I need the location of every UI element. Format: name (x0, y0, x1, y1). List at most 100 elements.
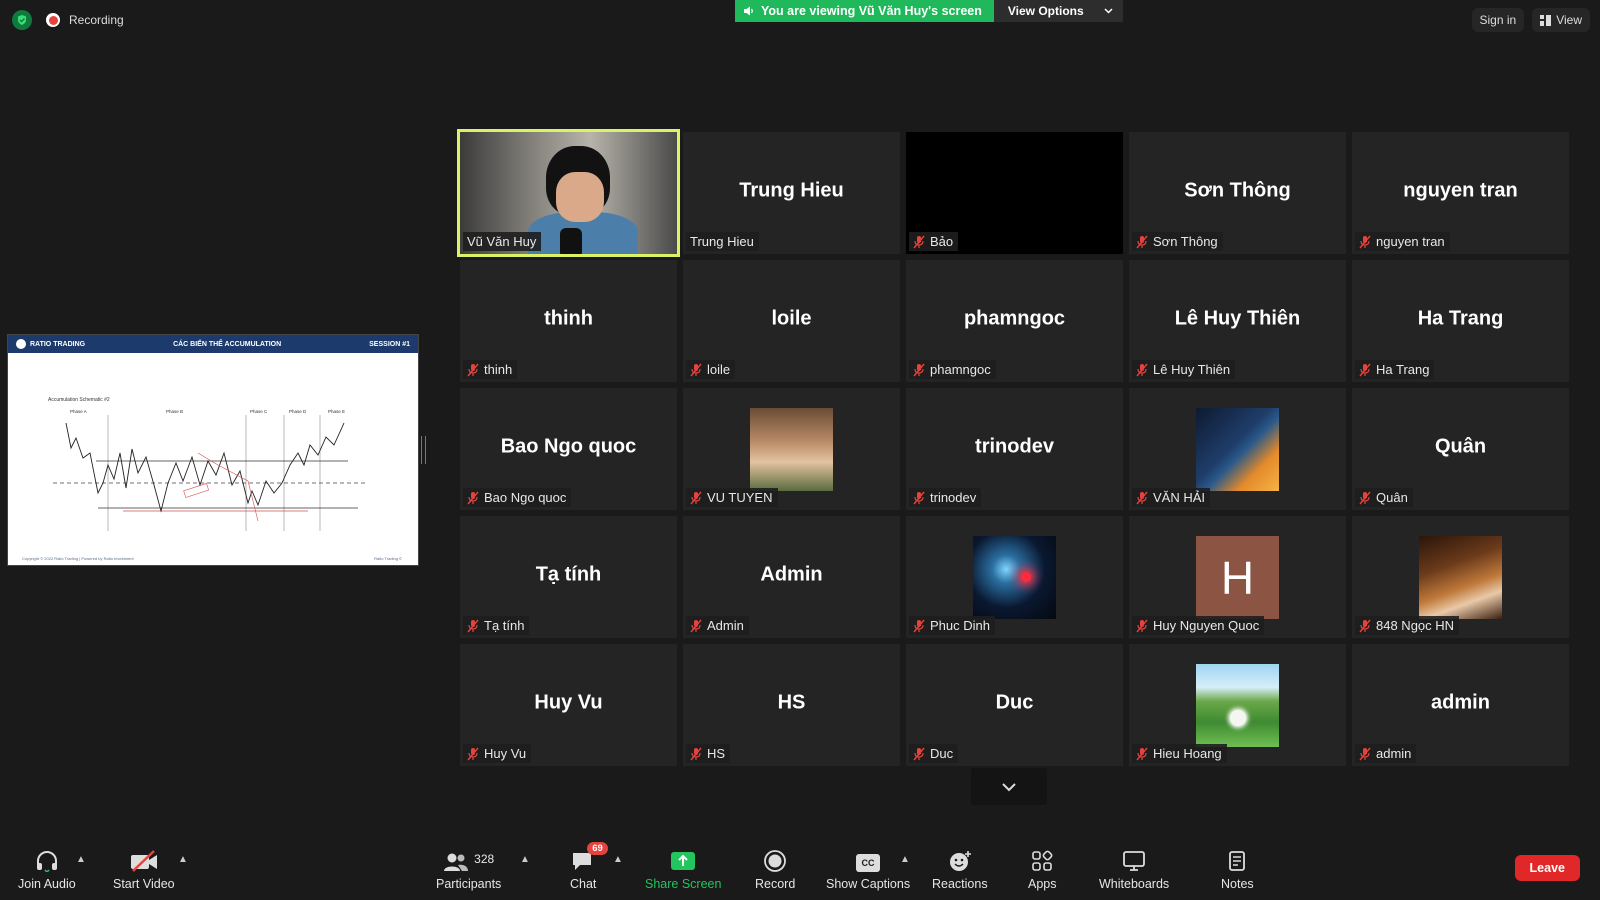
participant-tile[interactable]: Lê Huy Thiên Lê Huy Thiên (1129, 260, 1346, 382)
participant-tile[interactable]: trinodev trinodev (906, 388, 1123, 510)
participant-name: admin (1376, 746, 1412, 761)
share-screen-button[interactable]: Share Screen (645, 846, 721, 891)
mic-muted-icon (467, 619, 479, 633)
participant-name: Lê Huy Thiên (1153, 362, 1231, 377)
slide-body: Accumulation Schematic #2 Phase A Phase … (8, 353, 418, 565)
participant-name-label: Hieu Hoang (1132, 744, 1227, 763)
participant-tile[interactable]: H Huy Nguyen Quoc (1129, 516, 1346, 638)
participants-label: Participants (436, 877, 502, 891)
participant-display-name: HS (777, 691, 806, 714)
start-video-button[interactable]: Start Video (113, 846, 175, 891)
participant-tile[interactable]: Vũ Văn Huy (457, 129, 680, 257)
sign-in-button[interactable]: Sign in (1471, 8, 1525, 32)
show-captions-button[interactable]: CC Show Captions (826, 846, 910, 891)
split-view-handle[interactable] (421, 436, 426, 464)
record-button[interactable]: Record (755, 846, 795, 891)
mic-muted-icon (467, 491, 479, 505)
leave-button[interactable]: Leave (1514, 855, 1580, 881)
headphones-icon (36, 851, 57, 872)
mic-muted-icon (1359, 747, 1371, 761)
video-off-icon (130, 850, 157, 872)
slide-title: CÁC BIẾN THỂ ACCUMULATION (173, 340, 282, 348)
participant-name: 848 Ngọc HN (1376, 618, 1455, 633)
slide-session: SESSION #1 (369, 340, 410, 348)
notes-button[interactable]: Notes (1221, 846, 1254, 891)
participant-tile[interactable]: Phuc Dinh (906, 516, 1123, 638)
participant-display-name: Lê Huy Thiên (1174, 307, 1301, 330)
sign-in-label: Sign in (1479, 13, 1517, 27)
audio-options-caret[interactable]: ▲ (76, 854, 86, 865)
mic-muted-icon (913, 491, 925, 505)
participant-name-label: Tạ tính (463, 616, 530, 635)
participants-options-caret[interactable]: ▲ (520, 854, 530, 865)
participant-tile[interactable]: thinh thinh (460, 260, 677, 382)
participant-tile[interactable]: VĂN HẢI (1129, 388, 1346, 510)
participant-display-name: loile (771, 307, 812, 330)
participant-tile[interactable]: HS HS (683, 644, 900, 766)
chevron-down-icon (1002, 782, 1016, 791)
slide-brand-label: RATIO TRADING (30, 340, 86, 348)
captions-options-caret[interactable]: ▲ (900, 854, 910, 865)
next-page-button[interactable] (971, 768, 1047, 805)
participant-tile[interactable]: Admin Admin (683, 516, 900, 638)
participant-avatar (973, 536, 1056, 619)
shared-screen-view[interactable]: RATIO TRADING CÁC BIẾN THỂ ACCUMULATION … (7, 334, 419, 566)
mic-muted-icon (1136, 747, 1148, 761)
participant-tile[interactable]: Bảo (906, 132, 1123, 254)
participant-tile[interactable]: Bao Ngo quoc Bao Ngo quoc (460, 388, 677, 510)
reactions-button[interactable]: Reactions (932, 846, 988, 891)
participant-name: Tạ tính (484, 618, 525, 633)
mic-muted-icon (1136, 363, 1148, 377)
join-audio-label: Join Audio (18, 877, 76, 891)
participant-tile[interactable]: Duc Duc (906, 644, 1123, 766)
participant-name-label: admin (1355, 744, 1417, 763)
participant-name-label: Vũ Văn Huy (463, 232, 542, 251)
participant-tile[interactable]: Trung Hieu Trung Hieu (683, 132, 900, 254)
participant-tile[interactable]: VU TUYEN (683, 388, 900, 510)
participant-tile[interactable]: Ha Trang Ha Trang (1352, 260, 1569, 382)
participant-tile[interactable]: Tạ tính Tạ tính (460, 516, 677, 638)
participant-tile[interactable]: Huy Vu Huy Vu (460, 644, 677, 766)
view-button[interactable]: View (1532, 8, 1590, 32)
participant-tile[interactable]: Sơn Thông Sơn Thông (1129, 132, 1346, 254)
wyckoff-schematic-diagram (53, 415, 368, 531)
participant-display-name: Quân (1434, 435, 1487, 458)
participant-tile[interactable]: admin admin (1352, 644, 1569, 766)
gallery-grid: Vũ Văn Huy Trung Hieu Trung Hieu Bảo Sơn Thô… (457, 129, 1569, 766)
participant-name: Ha Trang (1376, 362, 1430, 377)
participant-tile[interactable]: Hieu Hoang (1129, 644, 1346, 766)
participant-tile[interactable]: Quân Quân (1352, 388, 1569, 510)
participant-tile[interactable]: loile loile (683, 260, 900, 382)
participant-name-label: Bảo (909, 232, 959, 251)
participants-count: 328 (474, 852, 495, 866)
whiteboards-button[interactable]: Whiteboards (1099, 846, 1169, 891)
participant-name: VU TUYEN (707, 490, 773, 505)
participant-tile[interactable]: phamngoc phamngoc (906, 260, 1123, 382)
mic-muted-icon (467, 747, 479, 761)
participant-name-label: VU TUYEN (686, 488, 778, 507)
security-shield-icon[interactable] (12, 10, 32, 30)
record-label: Record (755, 877, 796, 891)
participant-name-label: Huy Vu (463, 744, 532, 763)
participant-tile[interactable]: 848 Ngọc HN (1352, 516, 1569, 638)
viewing-notice: You are viewing Vũ Văn Huy's screen (735, 0, 994, 22)
recording-indicator[interactable]: Recording (46, 13, 124, 27)
participant-name-label: Sơn Thông (1132, 232, 1223, 251)
chat-button[interactable]: 69 Chat (570, 842, 608, 891)
participant-name-label: Duc (909, 744, 959, 763)
join-audio-button[interactable]: Join Audio (18, 846, 76, 891)
video-options-caret[interactable]: ▲ (178, 854, 188, 865)
mic-muted-icon (690, 747, 702, 761)
view-options-label: View Options (1007, 4, 1084, 18)
participant-tile[interactable]: nguyen tran nguyen tran (1352, 132, 1569, 254)
participants-button[interactable]: 328 Participants (436, 846, 501, 891)
participant-name: Bao Ngo quoc (484, 490, 567, 505)
participant-name: VĂN HẢI (1153, 490, 1206, 505)
view-options-button[interactable]: View Options (993, 0, 1123, 22)
chat-options-caret[interactable]: ▲ (613, 854, 623, 865)
apps-button[interactable]: Apps (1028, 846, 1057, 891)
record-icon (46, 13, 60, 27)
show-captions-label: Show Captions (826, 877, 911, 891)
participant-name-label: Trung Hieu (686, 232, 759, 251)
mic-muted-icon (1359, 235, 1371, 249)
